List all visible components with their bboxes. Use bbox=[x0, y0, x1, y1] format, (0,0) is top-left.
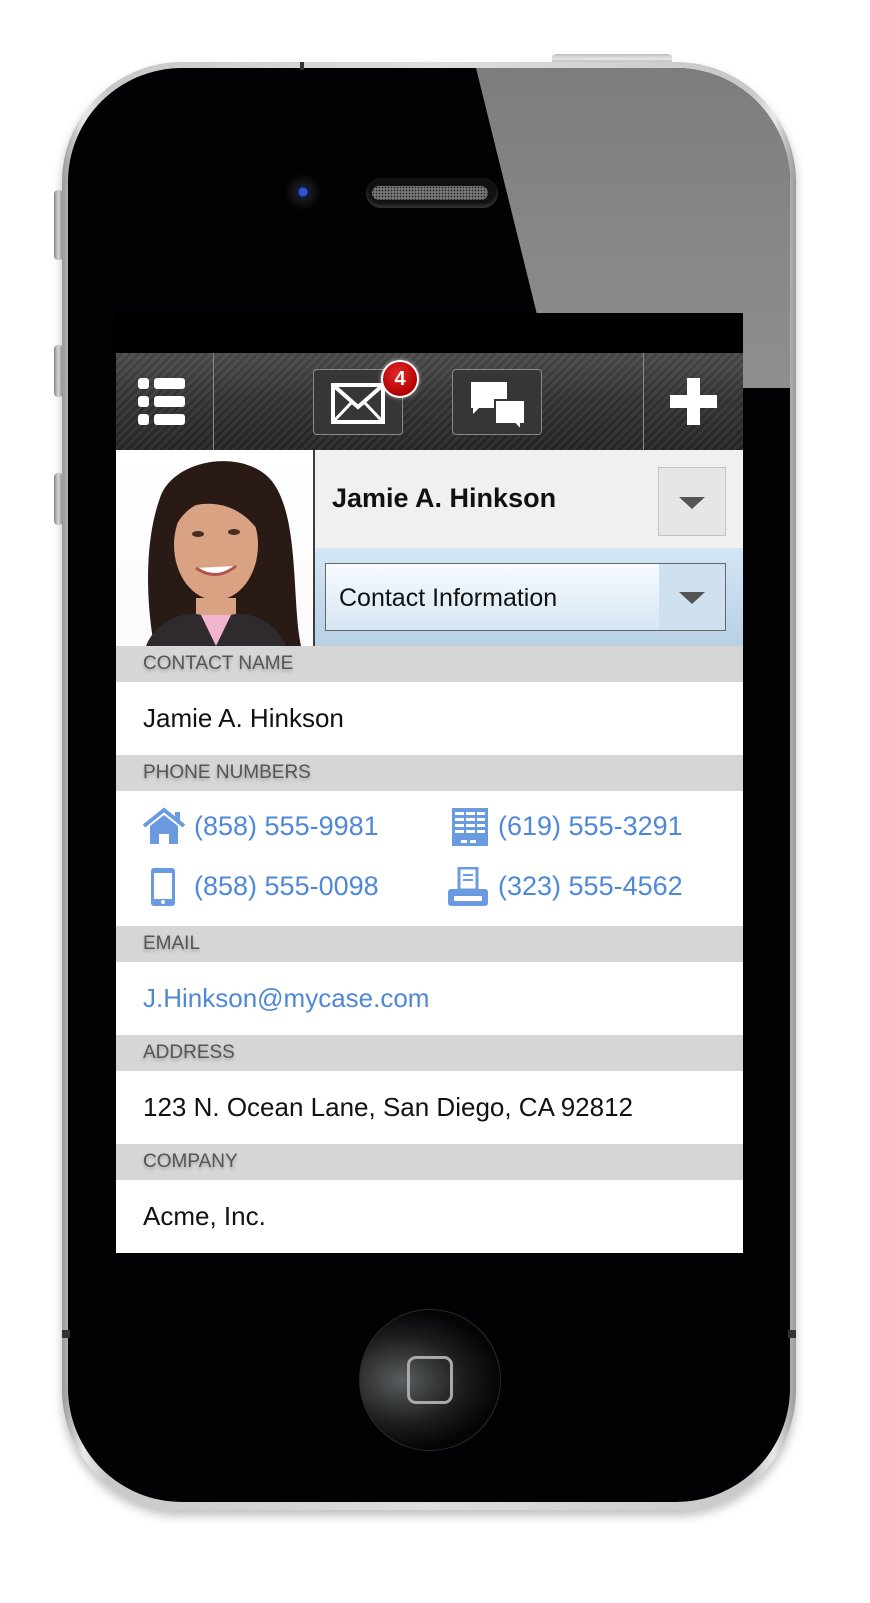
antenna-band-right bbox=[788, 1330, 796, 1338]
phone-number: (619) 555-3291 bbox=[498, 811, 683, 841]
home-square-icon bbox=[407, 1356, 453, 1404]
chat-bubbles-icon bbox=[471, 382, 526, 433]
address-value: 123 N. Ocean Lane, San Diego, CA 92812 bbox=[143, 1092, 634, 1122]
home-icon bbox=[142, 807, 186, 844]
screen: 4 Jamie A. Hinkson Contact Information C… bbox=[116, 313, 743, 1254]
office-building-icon bbox=[452, 808, 488, 846]
contact-name-value: Jamie A. Hinkson bbox=[143, 703, 344, 733]
antenna-band-left bbox=[62, 1330, 70, 1338]
phone-number: (323) 555-4562 bbox=[498, 871, 683, 901]
plus-icon bbox=[670, 378, 717, 425]
contact-actions-dropdown[interactable] bbox=[658, 467, 726, 536]
section-header-phone-numbers: PHONE NUMBERS bbox=[116, 755, 743, 791]
chevron-down-icon bbox=[679, 497, 705, 509]
contact-details: CONTACT NAME Jamie A. Hinkson PHONE NUMB… bbox=[116, 646, 743, 1253]
home-button[interactable] bbox=[359, 1309, 501, 1451]
contact-name-title: Jamie A. Hinkson bbox=[332, 483, 557, 513]
section-header-company: COMPANY bbox=[116, 1144, 743, 1180]
company-value: Acme, Inc. bbox=[143, 1201, 266, 1231]
add-contact-button[interactable] bbox=[644, 353, 743, 450]
section-select-toggle[interactable] bbox=[659, 564, 725, 630]
section-select[interactable]: Contact Information bbox=[325, 563, 726, 631]
section-selector-row: Contact Information bbox=[315, 548, 743, 646]
phone-number: (858) 555-9981 bbox=[194, 811, 379, 841]
profile-header: Jamie A. Hinkson Contact Information bbox=[116, 450, 743, 646]
section-select-value: Contact Information bbox=[339, 584, 558, 612]
mobile-phone-icon bbox=[151, 868, 175, 906]
section-header-contact-name: CONTACT NAME bbox=[116, 646, 743, 682]
antenna-gap bbox=[300, 62, 304, 70]
front-camera bbox=[286, 174, 320, 210]
toolbar-divider bbox=[213, 353, 214, 450]
email-link[interactable]: J.Hinkson@mycase.com bbox=[116, 962, 743, 1035]
section-header-email: EMAIL bbox=[116, 926, 743, 962]
contact-photo bbox=[116, 450, 315, 646]
contact-name-row: Jamie A. Hinkson bbox=[315, 450, 743, 548]
phone-list: (858) 555-9981 (619) 555-3291 (858) 555-… bbox=[116, 791, 743, 926]
menu-button[interactable] bbox=[116, 353, 213, 450]
messages-button[interactable] bbox=[452, 369, 542, 435]
earpiece-speaker bbox=[366, 178, 498, 208]
avatar bbox=[146, 461, 301, 646]
unread-count-badge: 4 bbox=[381, 360, 419, 398]
phone-number: (858) 555-0098 bbox=[194, 871, 379, 901]
toolbar: 4 bbox=[116, 353, 743, 450]
fax-icon bbox=[448, 867, 488, 906]
mail-button[interactable]: 4 bbox=[313, 360, 419, 435]
chevron-down-icon bbox=[679, 592, 705, 604]
section-header-address: ADDRESS bbox=[116, 1035, 743, 1071]
